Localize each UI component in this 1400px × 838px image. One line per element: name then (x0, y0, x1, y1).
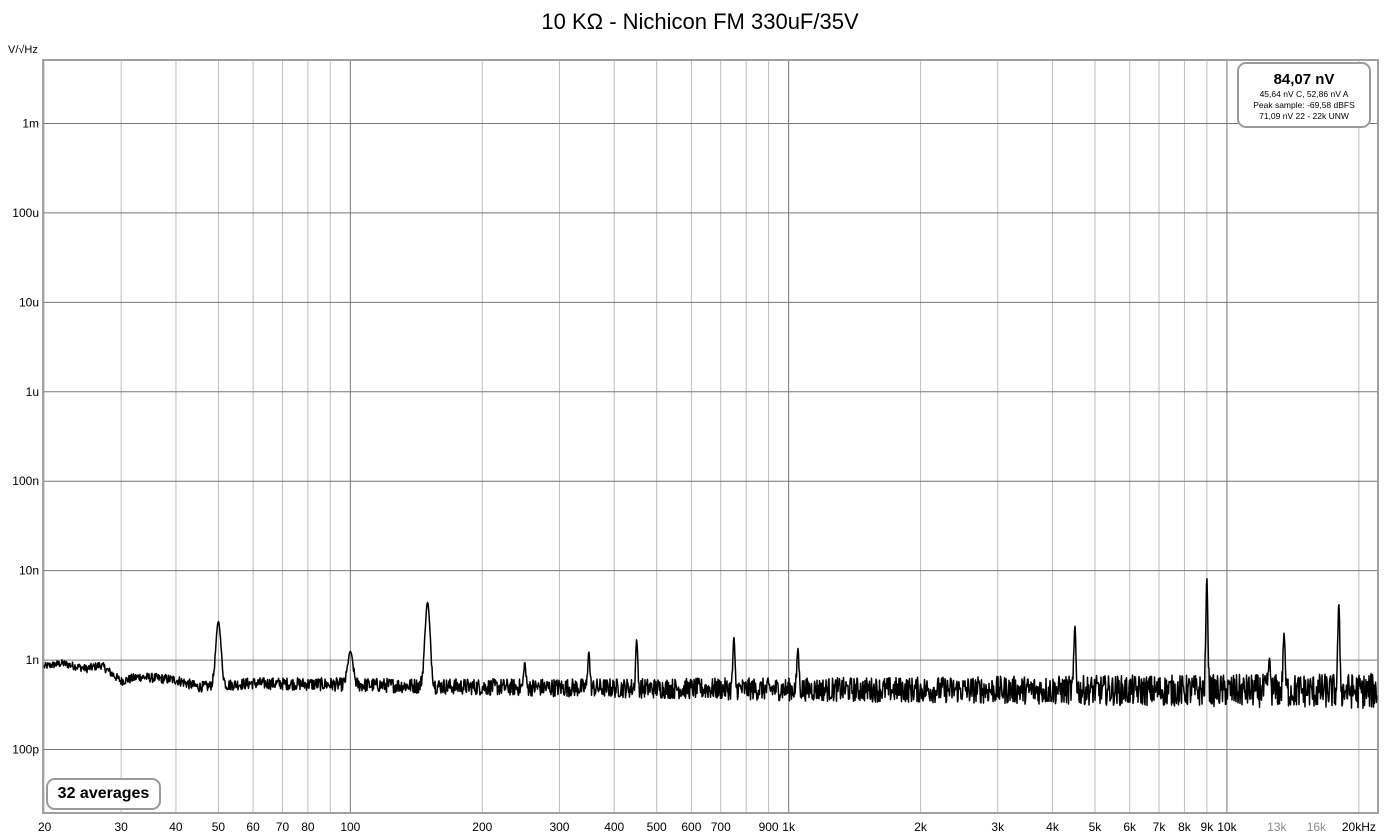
y-tick-label: 1u (26, 385, 39, 399)
x-tick-label: 700 (711, 820, 731, 834)
y-tick-label: 1m (22, 117, 39, 131)
x-tick-label: 30 (114, 820, 128, 834)
y-tick-label: 100p (12, 742, 39, 756)
x-tick-label: 900 (759, 820, 779, 834)
x-tick-label: 9k (1201, 820, 1215, 834)
x-tick-label: 60 (246, 820, 260, 834)
x-tick-label: 3k (991, 820, 1005, 834)
averages-badge: 32 averages (46, 778, 161, 810)
x-tick-label: 300 (549, 820, 569, 834)
stats-peak-sample: Peak sample: -69,58 dBFS (1253, 100, 1355, 110)
stats-unweighted: 71,09 nV 22 - 22k UNW (1259, 111, 1349, 121)
x-tick-labels: 20 30 40 50 60 70 80 100 200 300 400 500 600 700 900 1k… (38, 820, 1376, 834)
x-tick-label: 600 (681, 820, 701, 834)
x-tick-label: 40 (169, 820, 183, 834)
y-tick-label: 1n (26, 653, 39, 667)
y-tick-labels: 1m 100u 10u 1u 100n 10n 1n 100p (12, 117, 39, 757)
x-tick-label: 70 (276, 820, 290, 834)
x-tick-label: 16k (1307, 820, 1327, 834)
series-line (43, 577, 1378, 709)
x-tick-label: 100 (340, 820, 360, 834)
y-tick-label: 10u (19, 295, 39, 309)
y-tick-label: 10n (19, 564, 39, 578)
x-tick-label: 7k (1153, 820, 1167, 834)
x-tick-label: 5k (1089, 820, 1103, 834)
stats-main-value: 84,07 nV (1273, 71, 1335, 88)
stats-box: 84,07 nV 45,64 nV C, 52,86 nV A Peak sam… (1237, 62, 1371, 128)
x-tick-label: 400 (604, 820, 624, 834)
chart-plot: V/√Hz 1m 100u 10u 1u 100n 10n 1n 100p 20 30 40 50 6… (8, 44, 1379, 834)
x-tick-label: 6k (1123, 820, 1137, 834)
x-tick-label: 2k (914, 820, 928, 834)
y-tick-label: 100n (12, 474, 39, 488)
x-tick-label: 20kHz (1342, 820, 1376, 834)
x-tick-label: 10k (1217, 820, 1237, 834)
x-tick-label: 20 (38, 820, 52, 834)
x-tick-label: 200 (472, 820, 492, 834)
x-tick-label: 50 (212, 820, 226, 834)
stats-weighted: 45,64 nV C, 52,86 nV A (1259, 89, 1349, 99)
y-axis-unit-label: V/√Hz (8, 44, 38, 56)
x-tick-label: 500 (647, 820, 667, 834)
x-tick-label: 13k (1267, 820, 1287, 834)
x-tick-label: 4k (1046, 820, 1060, 834)
x-tick-label: 1k (782, 820, 796, 834)
y-tick-label: 100u (12, 206, 39, 220)
x-tick-label: 80 (301, 820, 315, 834)
x-tick-label: 8k (1178, 820, 1192, 834)
